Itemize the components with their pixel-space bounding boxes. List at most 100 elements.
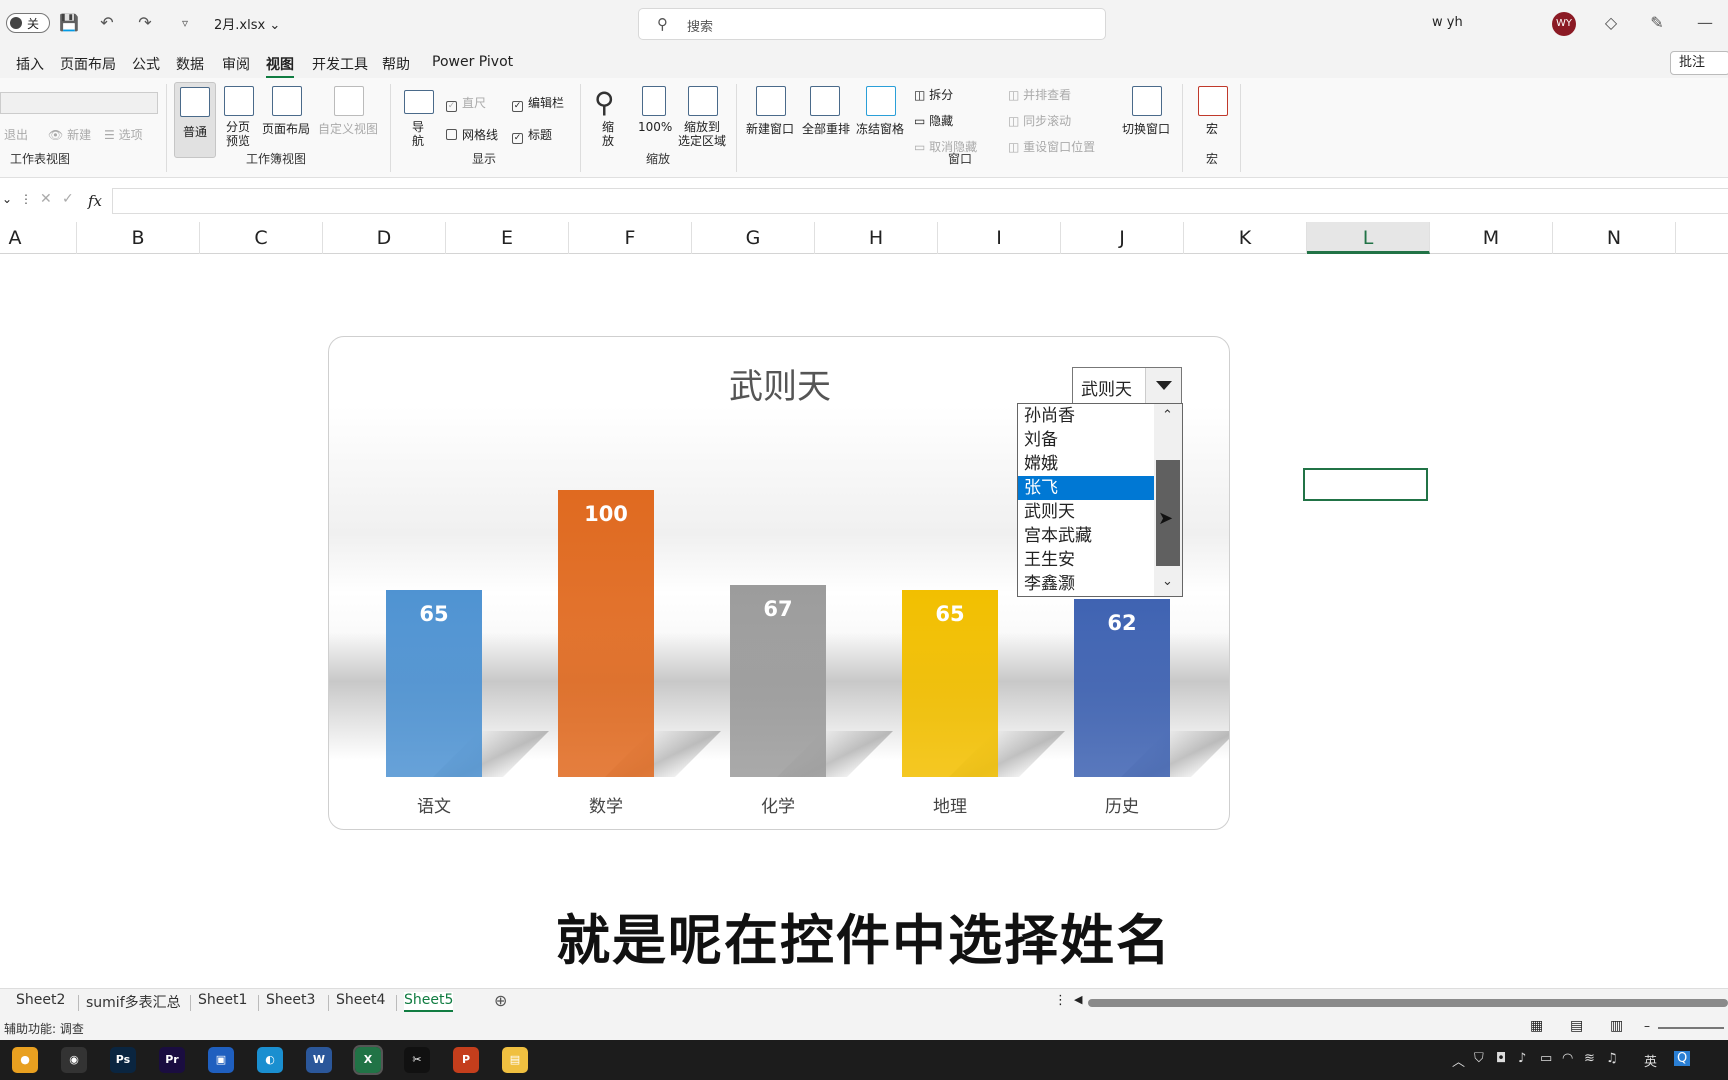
column-header-f[interactable]: F bbox=[569, 222, 692, 254]
headings-checkbox[interactable]: ✓ 标题 bbox=[512, 126, 552, 144]
combobox-dropdown-button[interactable] bbox=[1145, 368, 1181, 403]
navigation-label[interactable]: 导 航 bbox=[412, 120, 424, 148]
combobox-option[interactable]: 王生安 bbox=[1018, 548, 1154, 572]
sheet-tab[interactable]: Sheet2 bbox=[16, 992, 65, 1008]
scroll-down-icon[interactable]: ⌄ bbox=[1162, 574, 1173, 589]
scroll-left-icon[interactable]: ◀ bbox=[1074, 993, 1082, 1006]
column-header-k[interactable]: K bbox=[1184, 222, 1307, 254]
tab-formulas[interactable]: 公式 bbox=[132, 54, 160, 74]
wifi-icon[interactable]: ≋ bbox=[1584, 1051, 1595, 1066]
search-box[interactable]: ⚲ 搜索 bbox=[638, 8, 1106, 40]
network-icon[interactable]: ◠ bbox=[1562, 1051, 1573, 1066]
cancel-icon[interactable]: ✕ bbox=[40, 191, 52, 207]
custom-view-label[interactable]: 自定义视图 bbox=[318, 120, 378, 137]
new-window-label[interactable]: 新建窗口 bbox=[746, 120, 794, 137]
zoom-out-icon[interactable]: – bbox=[1644, 1019, 1650, 1033]
name-box-dropdown-icon[interactable]: ⌄ bbox=[2, 192, 12, 206]
hide-button[interactable]: ▭ 隐藏 bbox=[914, 112, 953, 129]
list-scrollbar[interactable]: ⌃ ⌄ bbox=[1154, 404, 1182, 596]
zoom-label[interactable]: 缩 放 bbox=[602, 120, 614, 148]
zoom-selection-label[interactable]: 缩放到 选定区域 bbox=[678, 120, 726, 148]
reset-position-button[interactable]: ◫ 重设窗口位置 bbox=[1008, 138, 1095, 155]
zoom-100-icon[interactable] bbox=[642, 86, 666, 116]
save-icon[interactable]: 💾 bbox=[58, 12, 80, 34]
sheet-tab[interactable]: Sheet5 bbox=[404, 992, 454, 1012]
ruler-checkbox[interactable]: ✓ 直尺 bbox=[446, 94, 486, 112]
pen-icon[interactable]: ✎ bbox=[1646, 12, 1668, 34]
redo-icon[interactable]: ↷ bbox=[134, 12, 156, 34]
shield-icon[interactable]: ⛉ bbox=[1474, 1051, 1484, 1066]
normal-view-button[interactable]: 普通 bbox=[174, 82, 216, 158]
minimize-icon[interactable]: — bbox=[1694, 12, 1716, 34]
combobox-option[interactable]: 孙尚香 bbox=[1018, 404, 1154, 428]
page-break-label[interactable]: 分页 预览 bbox=[226, 120, 250, 148]
page-break-view-icon[interactable]: ▥ bbox=[1610, 1018, 1623, 1034]
page-layout-label[interactable]: 页面布局 bbox=[262, 120, 310, 137]
combobox-option[interactable]: 嫦娥 bbox=[1018, 452, 1154, 476]
gridlines-checkbox[interactable]: 网格线 bbox=[446, 126, 498, 143]
sheet-view-options[interactable]: ☰ 选项 bbox=[104, 126, 143, 143]
formula-bar-checkbox[interactable]: ✓ 编辑栏 bbox=[512, 94, 564, 112]
tab-data[interactable]: 数据 bbox=[176, 54, 204, 74]
arrange-all-icon[interactable] bbox=[810, 86, 840, 116]
premiere-icon[interactable]: Pr bbox=[159, 1047, 185, 1073]
chrome-icon[interactable]: ● bbox=[12, 1047, 38, 1073]
normal-view-icon[interactable]: ▦ bbox=[1530, 1018, 1543, 1034]
app-tray-icon[interactable]: Q bbox=[1674, 1051, 1691, 1066]
combobox-option[interactable]: 刘备 bbox=[1018, 428, 1154, 452]
column-header-n[interactable]: N bbox=[1553, 222, 1676, 254]
word-icon[interactable]: W bbox=[306, 1047, 332, 1073]
sheet-tab[interactable]: sumif多表汇总 bbox=[86, 992, 181, 1012]
accessibility-status[interactable]: 辅助功能: 调查 bbox=[4, 1020, 84, 1037]
camera-icon[interactable]: ◘ bbox=[1496, 1051, 1506, 1066]
photoshop-icon[interactable]: Ps bbox=[110, 1047, 136, 1073]
browser-icon[interactable]: ◐ bbox=[257, 1047, 283, 1073]
explorer-icon[interactable]: ▤ bbox=[502, 1047, 528, 1073]
new-window-icon[interactable] bbox=[756, 86, 786, 116]
macros-icon[interactable] bbox=[1198, 86, 1228, 116]
tab-developer[interactable]: 开发工具 bbox=[312, 54, 368, 74]
active-cell[interactable] bbox=[1303, 468, 1428, 501]
autosave-toggle[interactable]: 关 bbox=[6, 13, 50, 33]
macros-label[interactable]: 宏 bbox=[1206, 120, 1218, 137]
tab-page-layout[interactable]: 页面布局 bbox=[60, 54, 116, 74]
combobox-option[interactable]: 张飞 bbox=[1018, 476, 1154, 500]
column-header-e[interactable]: E bbox=[446, 222, 569, 254]
split-button[interactable]: ◫ 拆分 bbox=[914, 86, 953, 103]
horizontal-scrollbar[interactable] bbox=[1088, 999, 1728, 1007]
customize-toolbar-icon[interactable]: ▿ bbox=[174, 12, 196, 34]
powerpoint-icon[interactable]: P bbox=[453, 1047, 479, 1073]
zoom-selection-icon[interactable] bbox=[688, 86, 718, 116]
column-header-d[interactable]: D bbox=[323, 222, 446, 254]
column-header-l[interactable]: L bbox=[1307, 222, 1430, 254]
tab-help[interactable]: 帮助 bbox=[382, 54, 410, 74]
side-by-side-button[interactable]: ◫ 并排查看 bbox=[1008, 86, 1071, 103]
tab-more-icon[interactable]: ⋮ bbox=[1054, 993, 1067, 1008]
column-header-g[interactable]: G bbox=[692, 222, 815, 254]
zoom-icon[interactable]: ▣ bbox=[208, 1047, 234, 1073]
more-icon[interactable]: ⋮ bbox=[20, 192, 32, 206]
battery-icon[interactable]: ▭ bbox=[1540, 1051, 1552, 1066]
diamond-icon[interactable]: ◇ bbox=[1600, 12, 1622, 34]
sheet-tab[interactable]: Sheet4 bbox=[336, 992, 385, 1008]
column-header-b[interactable]: B bbox=[77, 222, 200, 254]
column-header-m[interactable]: M bbox=[1430, 222, 1553, 254]
sheet-view-exit[interactable]: 退出 bbox=[4, 126, 28, 143]
arrange-all-label[interactable]: 全部重排 bbox=[802, 120, 850, 137]
tab-insert[interactable]: 插入 bbox=[16, 54, 44, 74]
combobox-option[interactable]: 宫本武藏 bbox=[1018, 524, 1154, 548]
column-header-i[interactable]: I bbox=[938, 222, 1061, 254]
ime-indicator[interactable]: 英 bbox=[1644, 1051, 1657, 1070]
obs-icon[interactable]: ◉ bbox=[61, 1047, 87, 1073]
zoom-100-label[interactable]: 100% bbox=[638, 120, 672, 134]
comments-button[interactable]: 批注 bbox=[1670, 51, 1728, 75]
combobox-option[interactable]: 武则天 bbox=[1018, 500, 1154, 524]
sheet-tab[interactable]: Sheet3 bbox=[266, 992, 315, 1008]
tab-review[interactable]: 审阅 bbox=[222, 54, 250, 74]
user-name[interactable]: w yh bbox=[1432, 15, 1463, 30]
zoom-slider[interactable] bbox=[1658, 1027, 1724, 1029]
page-break-icon[interactable] bbox=[224, 86, 254, 116]
page-layout-icon[interactable] bbox=[272, 86, 302, 116]
excel-icon[interactable]: X bbox=[353, 1045, 383, 1075]
formula-input[interactable] bbox=[112, 188, 1728, 214]
